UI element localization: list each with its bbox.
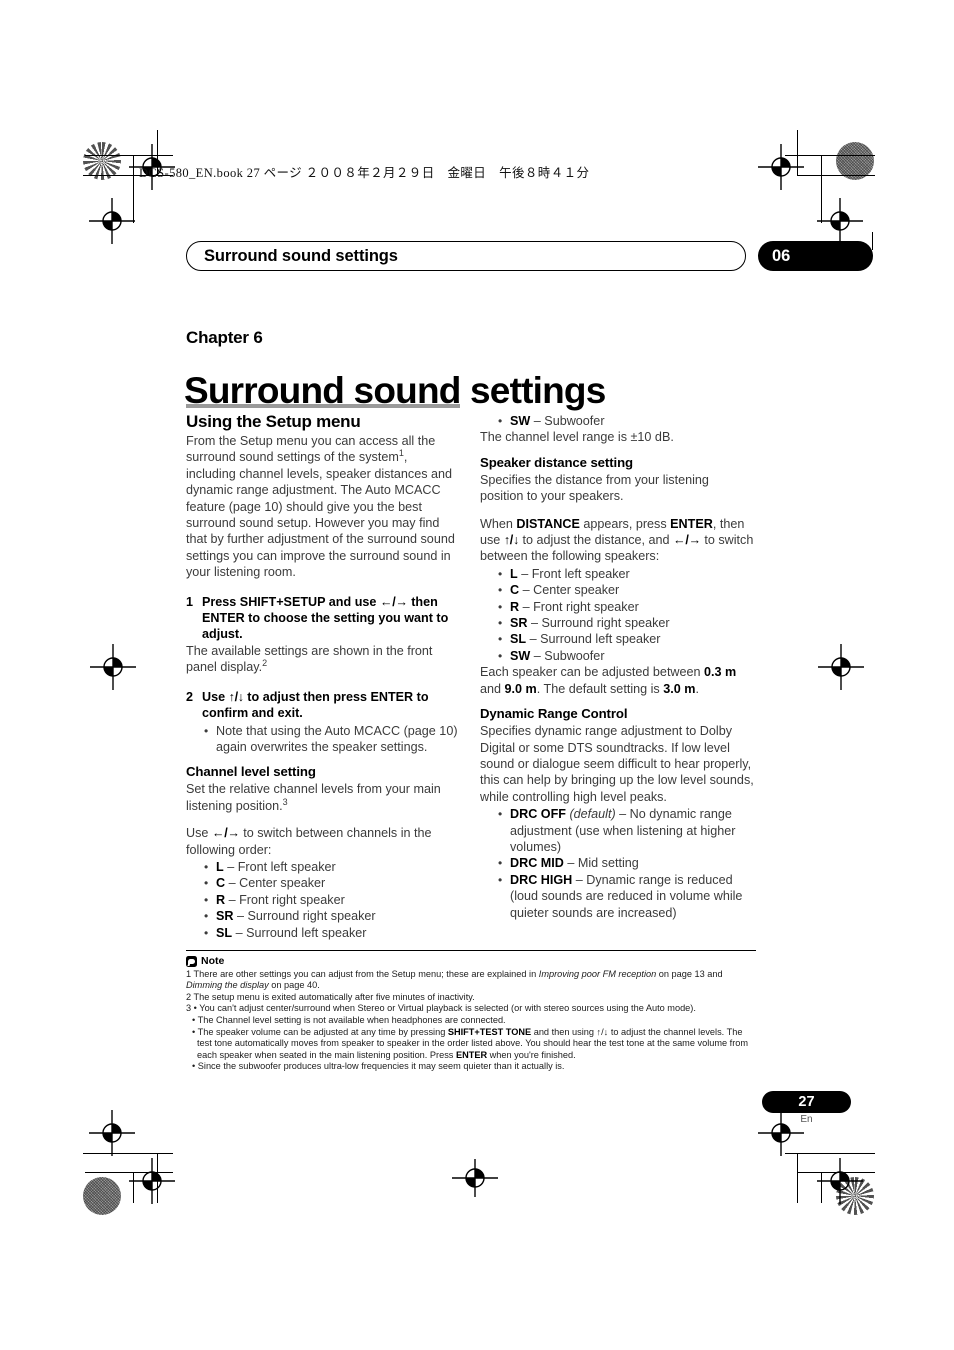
- footnotes-section: Note 1 There are other settings you can …: [186, 955, 758, 1073]
- registration-crosshair-icon: [129, 1158, 175, 1204]
- registration-crosshair-icon: [817, 198, 863, 244]
- list-item: SL – Surround left speaker: [498, 631, 754, 648]
- crop-line: [797, 1172, 875, 1174]
- crop-line: [157, 1153, 159, 1203]
- crop-line: [797, 1153, 799, 1203]
- distance-label: DISTANCE: [516, 516, 580, 531]
- crop-line: [821, 155, 823, 223]
- footnote-3-bullet: The Channel level setting is not availab…: [186, 1015, 758, 1027]
- crop-line: [85, 155, 173, 157]
- subheading-dynamic-range-control: Dynamic Range Control: [480, 706, 628, 722]
- right-column: SW – Subwoofer The channel level range i…: [480, 404, 754, 921]
- speaker-distance-instruction: When DISTANCE appears, press ENTER, then…: [480, 516, 754, 564]
- print-registration-marks: [0, 0, 954, 1350]
- footnote-3-bullet: The speaker volume can be adjusted at an…: [186, 1027, 758, 1062]
- crop-line: [83, 1153, 173, 1155]
- dynamic-range-body: Specifies dynamic range adjustment to Do…: [480, 724, 754, 804]
- chapter-label: Chapter 6: [186, 328, 263, 347]
- crop-line: [785, 155, 875, 157]
- notes-title: Note: [201, 955, 225, 967]
- page-language-code: En: [800, 1114, 813, 1125]
- registration-crosshair-icon: [89, 198, 135, 244]
- enter-label: ENTER: [455, 1049, 488, 1060]
- footnote-3-bullet: Since the subwoofer produces ultra-low f…: [186, 1061, 758, 1073]
- notes-divider: [186, 950, 756, 952]
- enter-label: ENTER: [670, 516, 713, 531]
- speaker-distance-body: Specifies the distance from your listeni…: [480, 472, 709, 504]
- list-item: SW – Subwoofer: [498, 648, 754, 665]
- left-right-arrows: ←/→: [211, 826, 240, 841]
- list-item: SR – Surround right speaker: [204, 908, 460, 925]
- speaker-distance-range: Each speaker can be adjusted between 0.3…: [480, 665, 737, 696]
- list-item: Note that using the Auto MCACC (page 10)…: [204, 723, 460, 756]
- list-item: DRC MID – Mid setting: [498, 855, 754, 872]
- footnote-1: 1 There are other settings you can adjus…: [186, 968, 723, 991]
- print-job-header: DCS-580_EN.book 27 ページ ２００８年２月２９日 金曜日 午後…: [139, 166, 590, 180]
- speaker-distance-speaker-list: L – Front left speaker C – Center speake…: [480, 566, 754, 665]
- crop-line: [821, 1172, 823, 1203]
- up-down-arrows: ↑/↓: [503, 533, 520, 548]
- section-heading-using-setup-menu: Using the Setup menu: [186, 412, 361, 431]
- list-item: R – Front right speaker: [498, 599, 754, 616]
- note-icon: [186, 956, 197, 968]
- crop-line: [785, 1153, 875, 1155]
- list-item: L – Front left speaker: [204, 859, 460, 876]
- halftone-circle-top-right: [836, 142, 874, 180]
- channel-level-speaker-list-continued: SW – Subwoofer: [480, 413, 754, 430]
- list-item: SR – Surround right speaker: [498, 615, 754, 632]
- registration-crosshair-icon: [758, 144, 804, 190]
- list-item: L – Front left speaker: [498, 566, 754, 583]
- step-2: 2 Use ↑/↓ to adjust then press ENTER to c…: [186, 689, 429, 721]
- bleed-tick: [872, 232, 873, 250]
- page-number-badge: 27: [762, 1091, 851, 1113]
- registration-crosshair-icon: [817, 1158, 863, 1204]
- list-item: C – Center speaker: [498, 582, 754, 599]
- channel-level-range: The channel level range is ±10 dB.: [480, 430, 674, 445]
- running-title-text: Surround sound settings: [204, 246, 398, 265]
- footnote-2: 2 The setup menu is exited automatically…: [186, 991, 475, 1002]
- step-1-body: The available settings are shown in the …: [186, 643, 433, 675]
- crop-line: [133, 155, 135, 223]
- shift-test-tone-label: SHIFT+TEST TONE: [447, 1026, 532, 1037]
- halftone-circle-bottom-right: [836, 1177, 874, 1215]
- chapter-number-badge: 06: [758, 241, 873, 271]
- left-right-arrows: ←/→: [379, 594, 408, 609]
- crop-line: [797, 175, 875, 177]
- list-item: DRC HIGH – Dynamic range is reduced (lou…: [498, 872, 754, 921]
- running-title-bar: Surround sound settings: [186, 241, 746, 271]
- registration-crosshair-icon: [90, 644, 136, 690]
- left-column: Using the Setup menu From the Setup menu…: [186, 404, 460, 941]
- intro-paragraph: From the Setup menu you can access all t…: [186, 434, 455, 580]
- dynamic-range-options-list: DRC OFF (default) – No dynamic range adj…: [480, 806, 754, 921]
- channel-level-order-instruction: Use ←/→ to switch between channels in th…: [186, 826, 432, 857]
- list-item: SW – Subwoofer: [498, 413, 754, 430]
- channel-level-speaker-list: L – Front left speaker C – Center speake…: [186, 859, 460, 941]
- registration-crosshair-icon: [818, 644, 864, 690]
- notes-header: Note: [186, 955, 758, 968]
- halftone-circle-bottom-left: [83, 1177, 121, 1215]
- footnote-3: 3 • You can't adjust center/surround whe…: [186, 1003, 696, 1014]
- crop-line: [133, 1172, 135, 1203]
- channel-level-body: Set the relative channel levels from you…: [186, 782, 441, 813]
- section-rule: [186, 404, 460, 408]
- list-item: R – Front right speaker: [204, 892, 460, 909]
- up-down-arrows: ↑/↓: [228, 689, 245, 704]
- step-2-bullets: Note that using the Auto MCACC (page 10)…: [186, 723, 460, 756]
- list-item: C – Center speaker: [204, 875, 460, 892]
- registration-crosshair-icon: [452, 1159, 498, 1197]
- crop-line: [85, 1172, 173, 1174]
- subheading-speaker-distance-setting: Speaker distance setting: [480, 454, 633, 470]
- subheading-channel-level-setting: Channel level setting: [186, 764, 316, 780]
- list-item: SL – Surround left speaker: [204, 925, 460, 942]
- crop-line: [797, 130, 799, 176]
- list-item: DRC OFF (default) – No dynamic range adj…: [498, 806, 754, 855]
- registration-crosshair-icon: [89, 1110, 135, 1156]
- left-right-arrows: ←/→: [673, 533, 701, 548]
- halftone-circle-top-left: [83, 142, 121, 180]
- step-1: 1 Press SHIFT+SETUP and use ←/→ then ENTE…: [186, 594, 449, 642]
